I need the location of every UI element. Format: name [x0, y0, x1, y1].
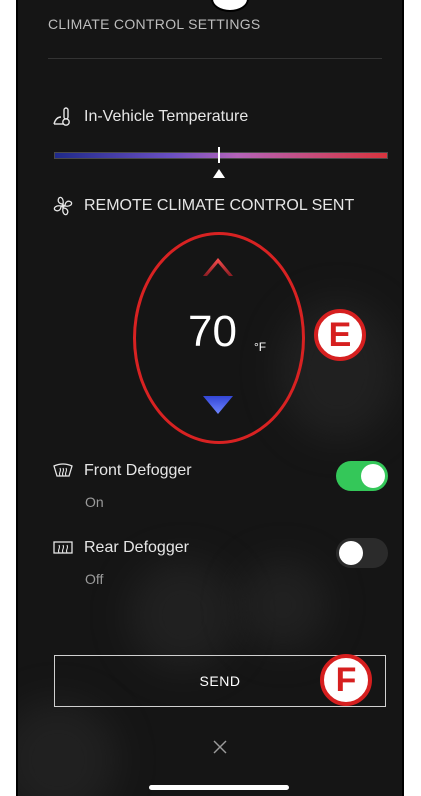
temperature-marker [218, 147, 220, 163]
temperature-pointer [213, 169, 225, 178]
rear-defogger-label: Rear Defogger [84, 539, 189, 556]
front-defogger-status: On [85, 494, 104, 510]
front-defogger-row: Front Defogger [52, 462, 192, 480]
callout-f-letter: F [335, 660, 357, 699]
notch-decoration [211, 0, 249, 12]
page-title: CLIMATE CONTROL SETTINGS [48, 16, 261, 32]
remote-climate-row: REMOTE CLIMATE CONTROL SENT [52, 195, 354, 217]
phone-frame: CLIMATE CONTROL SETTINGS In-Vehicle Temp… [16, 0, 404, 796]
temperature-gradient-bar [54, 152, 388, 159]
toggle-knob [361, 464, 385, 488]
rear-defogger-status: Off [85, 571, 104, 587]
rear-defogger-toggle[interactable] [336, 538, 388, 568]
front-defogger-toggle[interactable] [336, 461, 388, 491]
in-vehicle-temperature-row: In-Vehicle Temperature [52, 106, 248, 128]
front-defogger-label: Front Defogger [84, 462, 192, 479]
rear-defogger-row: Rear Defogger [52, 539, 189, 557]
callout-e-badge: E [314, 309, 366, 361]
bg-blob [18, 700, 118, 796]
temperature-setpoint-value: 70 [188, 307, 237, 356]
home-indicator[interactable] [149, 785, 289, 790]
front-defogger-icon [53, 463, 73, 477]
in-vehicle-temperature-label: In-Vehicle Temperature [84, 108, 249, 125]
temperature-up-arrow-icon[interactable] [201, 256, 235, 278]
remote-climate-status-label: REMOTE CLIMATE CONTROL SENT [84, 197, 355, 214]
callout-e-letter: E [328, 315, 352, 354]
toggle-knob [339, 541, 363, 565]
temperature-unit: °F [254, 340, 267, 354]
fan-icon [53, 196, 73, 216]
bg-blob [128, 560, 238, 670]
bg-blob [238, 560, 328, 650]
close-icon[interactable] [211, 738, 229, 756]
temperature-down-arrow-icon[interactable] [201, 394, 235, 416]
header-divider [48, 58, 382, 59]
thermometer-icon [53, 107, 70, 126]
callout-f-badge: F [320, 654, 372, 706]
rear-defogger-icon [53, 541, 73, 554]
